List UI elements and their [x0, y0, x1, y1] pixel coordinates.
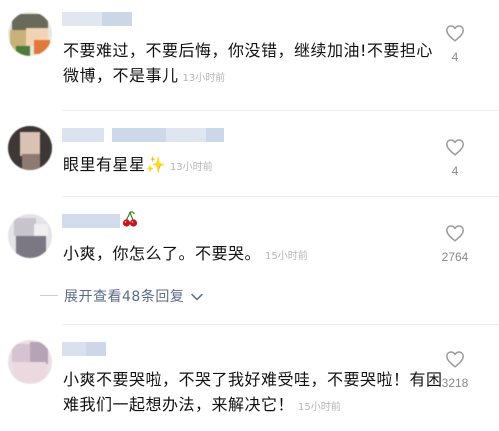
username-pixelated[interactable]: [62, 211, 138, 228]
divider: [62, 110, 499, 111]
avatar[interactable]: [8, 340, 52, 384]
comment-text: 不要难过，不要后悔，你没错，继续加油!不要担心微博，不是事儿 13小时前: [63, 38, 443, 91]
heart-outline-icon: [446, 139, 464, 156]
comment-time: 13小时前: [182, 73, 226, 84]
comment-time: 13小时前: [169, 162, 213, 173]
comment-text: 小爽不要哭啦，不哭了我好难受哇，不要哭啦！有困难我们一起想办法，来解决它！ 15小…: [63, 367, 443, 420]
heart-outline-icon: [446, 25, 464, 42]
username-pixelated[interactable]: [62, 12, 132, 26]
comment-time: 15小时前: [265, 251, 308, 262]
avatar[interactable]: [8, 12, 52, 56]
username-pixelated[interactable]: [62, 342, 106, 356]
username-pixelated[interactable]: [62, 128, 224, 142]
avatar[interactable]: [8, 126, 52, 170]
expand-replies-label: 展开查看48条回复: [64, 289, 185, 305]
like-button[interactable]: 4: [435, 24, 475, 64]
comment-body: 小爽，你怎么了。不要哭。: [63, 244, 262, 263]
avatar[interactable]: [8, 214, 52, 258]
like-count: 3218: [441, 376, 469, 390]
comment-body: 小爽不要哭啦，不哭了我好难受哇，不要哭啦！有困难我们一起想办法，来解决它！: [63, 370, 443, 414]
heart-outline-icon: [446, 225, 464, 242]
comment-text: 小爽，你怎么了。不要哭。 15小时前: [63, 241, 443, 269]
like-count: 4: [451, 164, 459, 178]
chevron-down-icon: [191, 293, 204, 301]
expand-replies-link[interactable]: 展开查看48条回复: [64, 286, 204, 306]
like-button[interactable]: 3218: [435, 350, 475, 390]
divider: [62, 324, 499, 325]
comment-time: 15小时前: [298, 402, 341, 413]
like-count: 2764: [441, 250, 469, 264]
heart-outline-icon: [446, 351, 464, 368]
comment-text: 眼里有星星✨ 13小时前: [63, 152, 443, 180]
like-button[interactable]: 2764: [435, 224, 475, 264]
comment-body: 眼里有星星✨: [63, 155, 166, 174]
divider: [62, 196, 499, 197]
cherry-emoji: [122, 211, 138, 228]
comment-body: 不要难过，不要后悔，你没错，继续加油!不要担心微博，不是事儿: [63, 41, 433, 85]
like-button[interactable]: 4: [435, 138, 475, 178]
reply-indent-line: [40, 295, 58, 296]
like-count: 4: [451, 50, 459, 64]
